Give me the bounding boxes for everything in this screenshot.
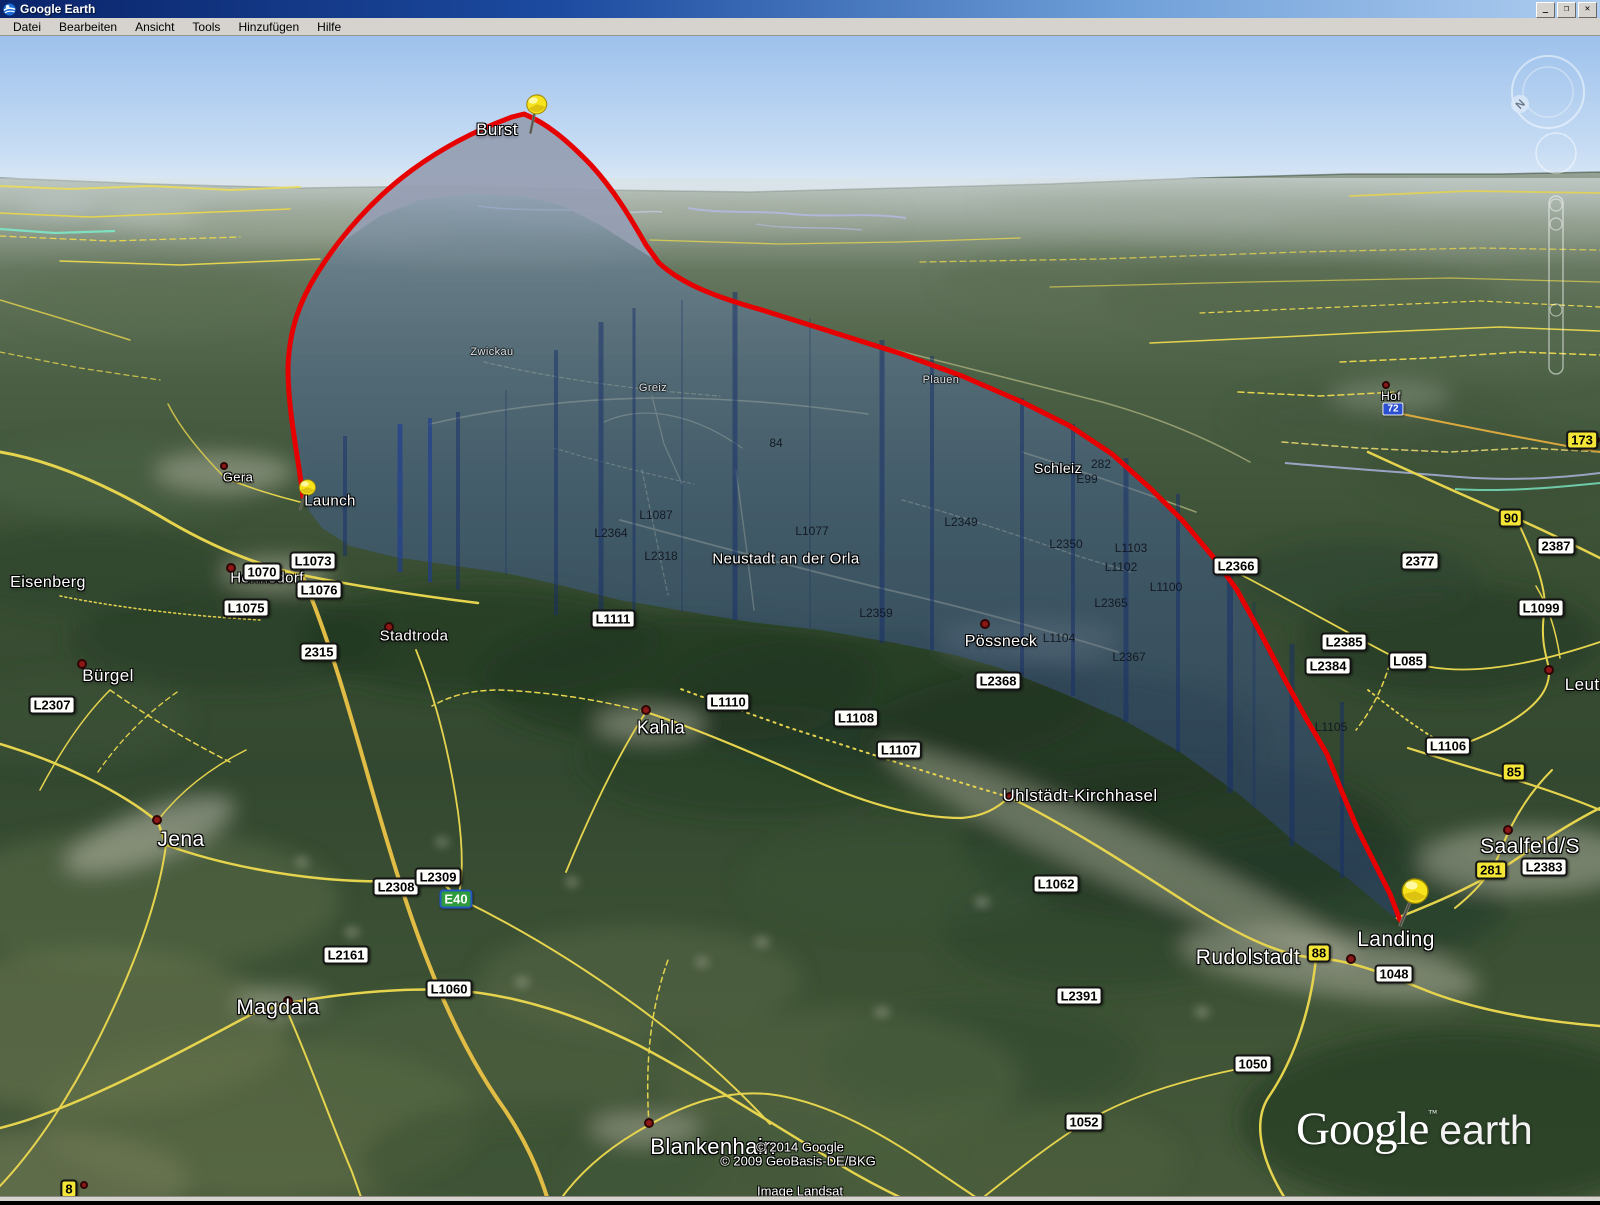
menu-bar: DateiBearbeitenAnsichtToolsHinzufügenHil… bbox=[0, 18, 1600, 36]
restore-button[interactable]: ❐ bbox=[1557, 2, 1576, 18]
menu-item-tools[interactable]: Tools bbox=[183, 19, 229, 35]
title-bar[interactable]: Google Earth _ ❐ ✕ bbox=[0, 0, 1600, 18]
google-earth-app-icon bbox=[3, 3, 16, 16]
minimize-button[interactable]: _ bbox=[1536, 2, 1555, 18]
copyright-geobasis: © 2009 GeoBasis-DE/BKG bbox=[720, 1154, 876, 1169]
menu-item-hinzufügen[interactable]: Hinzufügen bbox=[229, 19, 308, 35]
menu-item-bearbeiten[interactable]: Bearbeiten bbox=[50, 19, 126, 35]
menu-item-ansicht[interactable]: Ansicht bbox=[126, 19, 183, 35]
terrain-3d-view[interactable]: N bbox=[0, 0, 1600, 1200]
menu-item-datei[interactable]: Datei bbox=[4, 19, 50, 35]
google-earth-logo: Google™earth bbox=[1296, 1102, 1600, 1162]
map-canvas[interactable]: N bbox=[0, 0, 1600, 1200]
menu-item-hilfe[interactable]: Hilfe bbox=[308, 19, 350, 35]
close-button[interactable]: ✕ bbox=[1578, 2, 1597, 18]
copyright-google: © 2014 Google bbox=[756, 1140, 844, 1155]
window-bottom-border bbox=[0, 1196, 1600, 1201]
window-title: Google Earth bbox=[20, 2, 95, 16]
